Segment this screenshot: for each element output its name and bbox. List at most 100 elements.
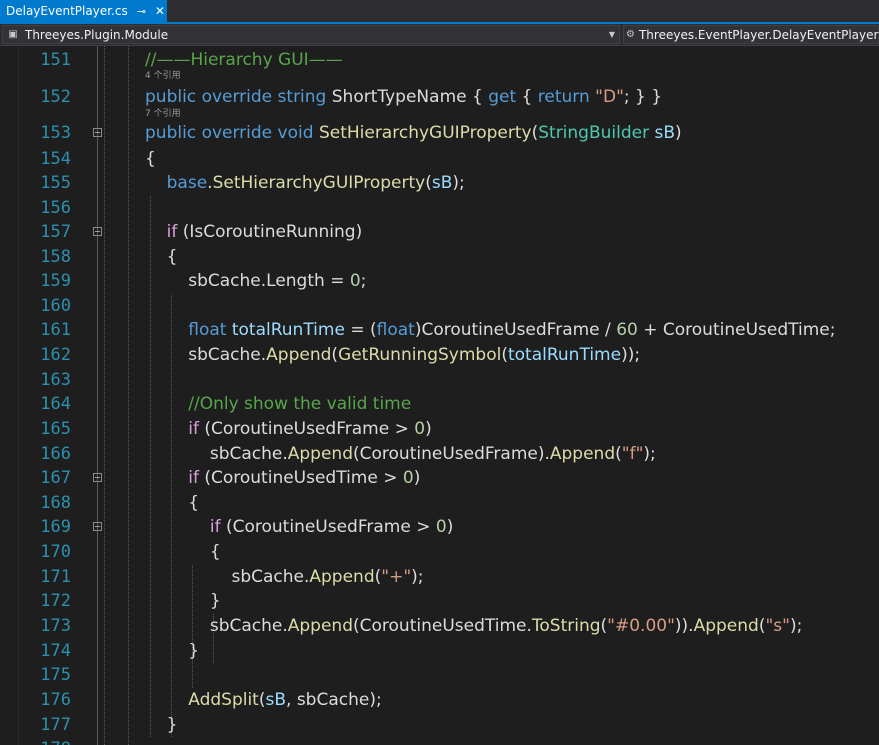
code-text: } bbox=[145, 639, 199, 663]
code-token: float bbox=[376, 320, 415, 340]
code-token: ( bbox=[501, 345, 508, 365]
code-line[interactable]: 156 bbox=[0, 196, 879, 220]
code-line[interactable]: 163 bbox=[0, 368, 879, 392]
code-line[interactable]: 152 public override string ShortTypeName … bbox=[0, 85, 879, 109]
code-line[interactable]: 165 if (CoroutineUsedFrame > 0) bbox=[0, 417, 879, 441]
code-line[interactable]: 176 AddSplit(sB, sbCache); bbox=[0, 688, 879, 712]
code-token: { bbox=[145, 493, 200, 513]
code-text: sbCache.Length = 0; bbox=[145, 269, 366, 293]
project-dropdown[interactable]: ▣ Threeyes.Plugin.Module ▼ bbox=[2, 25, 620, 44]
code-line[interactable]: 155 base.SetHierarchyGUIProperty(sB); bbox=[0, 171, 879, 195]
line-number: 177 bbox=[40, 715, 71, 735]
code-token: 60 bbox=[616, 320, 638, 340]
line-number: 171 bbox=[40, 567, 71, 587]
code-token: ); bbox=[789, 616, 803, 636]
code-text: float totalRunTime = (float)CoroutineUse… bbox=[145, 318, 835, 342]
line-number: 152 bbox=[40, 87, 71, 107]
pin-icon[interactable]: ⊸ bbox=[137, 5, 146, 18]
code-line[interactable]: 162 sbCache.Append(GetRunningSymbol(tota… bbox=[0, 343, 879, 367]
code-token: void bbox=[277, 123, 314, 143]
chevron-down-icon: ▼ bbox=[608, 30, 615, 39]
code-token: } bbox=[145, 715, 178, 735]
code-text: { bbox=[145, 245, 178, 269]
collapse-icon[interactable] bbox=[93, 227, 102, 236]
line-number: 151 bbox=[40, 50, 71, 70]
cs-project-icon: ▣ bbox=[8, 29, 18, 40]
code-token: Append bbox=[266, 345, 332, 365]
code-line[interactable]: 166 sbCache.Append(CoroutineUsedFrame).A… bbox=[0, 442, 879, 466]
code-token: //Only show the valid time bbox=[188, 394, 412, 414]
code-token: GetRunningSymbol bbox=[338, 345, 502, 365]
code-line[interactable]: 172 } bbox=[0, 589, 879, 613]
code-line[interactable]: 154 { bbox=[0, 147, 879, 171]
line-number: 168 bbox=[40, 493, 71, 513]
code-line[interactable]: 153 public override void SetHierarchyGUIP… bbox=[0, 121, 879, 145]
code-line[interactable]: 167 if (CoroutineUsedTime > 0) bbox=[0, 466, 879, 490]
code-text: if (CoroutineUsedFrame > 0) bbox=[145, 417, 431, 441]
code-token: Append bbox=[549, 444, 616, 464]
code-line[interactable]: 160 bbox=[0, 294, 879, 318]
line-number: 173 bbox=[40, 616, 71, 636]
navigation-bar: ▣ Threeyes.Plugin.Module ▼ ⚙ Threeyes.Ev… bbox=[0, 24, 879, 46]
code-editor[interactable]: 4 个引用 7 个引用 151//——Hierarchy GUI—— 152 publi… bbox=[0, 46, 879, 745]
code-line[interactable]: 169 if (CoroutineUsedFrame > 0) bbox=[0, 515, 879, 539]
line-number: 155 bbox=[40, 173, 71, 193]
close-icon[interactable]: ✕ bbox=[155, 4, 165, 18]
code-token: (CoroutineUsedTime. bbox=[353, 616, 532, 636]
code-line[interactable]: 168 { bbox=[0, 491, 879, 515]
codelens-references[interactable]: 7 个引用 bbox=[145, 108, 181, 120]
class-icon: ⚙ bbox=[626, 29, 635, 40]
code-token: 0 bbox=[414, 419, 426, 439]
code-line[interactable]: 170 { bbox=[0, 540, 879, 564]
collapse-icon[interactable] bbox=[93, 522, 102, 531]
line-number: 157 bbox=[40, 222, 71, 242]
code-line[interactable]: 177 } bbox=[0, 713, 879, 737]
code-token: { bbox=[145, 542, 221, 562]
code-line[interactable]: 161 float totalRunTime = (float)Coroutin… bbox=[0, 318, 879, 342]
code-token: "#0.00" bbox=[607, 616, 675, 636]
collapse-icon[interactable] bbox=[93, 473, 102, 482]
code-token: ShortTypeName { bbox=[326, 87, 489, 107]
line-number: 164 bbox=[40, 394, 71, 414]
code-token: float bbox=[188, 320, 227, 340]
code-token: ) bbox=[446, 517, 454, 537]
code-line[interactable]: 164 //Only show the valid time bbox=[0, 392, 879, 416]
code-token: sbCache.Length = bbox=[145, 271, 350, 291]
code-token: 0 bbox=[402, 468, 414, 488]
code-line[interactable]: 173 sbCache.Append(CoroutineUsedTime.ToS… bbox=[0, 614, 879, 638]
code-token: { bbox=[145, 247, 178, 267]
code-line[interactable]: 157 if (IsCoroutineRunning) bbox=[0, 220, 879, 244]
code-token: sB bbox=[654, 123, 676, 143]
code-line[interactable]: 175 bbox=[0, 663, 879, 687]
code-text: public override void SetHierarchyGUIProp… bbox=[145, 121, 682, 145]
member-name: Threeyes.EventPlayer.DelayEventPlayer bbox=[638, 27, 879, 42]
member-dropdown[interactable]: ⚙ Threeyes.EventPlayer.DelayEventPlayer bbox=[623, 25, 879, 44]
code-line[interactable]: 151 //——Hierarchy GUI—— bbox=[0, 48, 879, 72]
project-name: Threeyes.Plugin.Module bbox=[25, 27, 169, 42]
line-number: 170 bbox=[40, 542, 71, 562]
code-token: //——Hierarchy GUI—— bbox=[145, 50, 343, 70]
document-tab-title: DelayEventPlayer.cs bbox=[6, 4, 128, 18]
code-token: public bbox=[145, 123, 197, 143]
code-token: "f" bbox=[621, 444, 644, 464]
code-line[interactable]: 178 bbox=[0, 737, 879, 745]
code-line[interactable]: 159 sbCache.Length = 0; bbox=[0, 269, 879, 293]
code-token: ); bbox=[411, 567, 424, 587]
document-tab[interactable]: DelayEventPlayer.cs ⊸ ✕ bbox=[0, 0, 167, 22]
code-token: get bbox=[488, 87, 517, 107]
code-token: SetHierarchyGUIProperty bbox=[212, 173, 426, 193]
code-token: sbCache. bbox=[145, 616, 288, 636]
code-token: sbCache. bbox=[145, 567, 310, 587]
code-text: AddSplit(sB, sbCache); bbox=[145, 688, 381, 712]
code-line[interactable]: 171 sbCache.Append("+"); bbox=[0, 565, 879, 589]
code-line[interactable]: 158 { bbox=[0, 245, 879, 269]
collapse-icon[interactable] bbox=[93, 128, 102, 137]
code-token: base bbox=[166, 173, 208, 193]
code-line[interactable]: 174 } bbox=[0, 639, 879, 663]
code-token: if bbox=[188, 419, 199, 439]
code-token: ( bbox=[615, 444, 622, 464]
code-token: sbCache. bbox=[145, 444, 288, 464]
line-number: 153 bbox=[40, 123, 71, 143]
